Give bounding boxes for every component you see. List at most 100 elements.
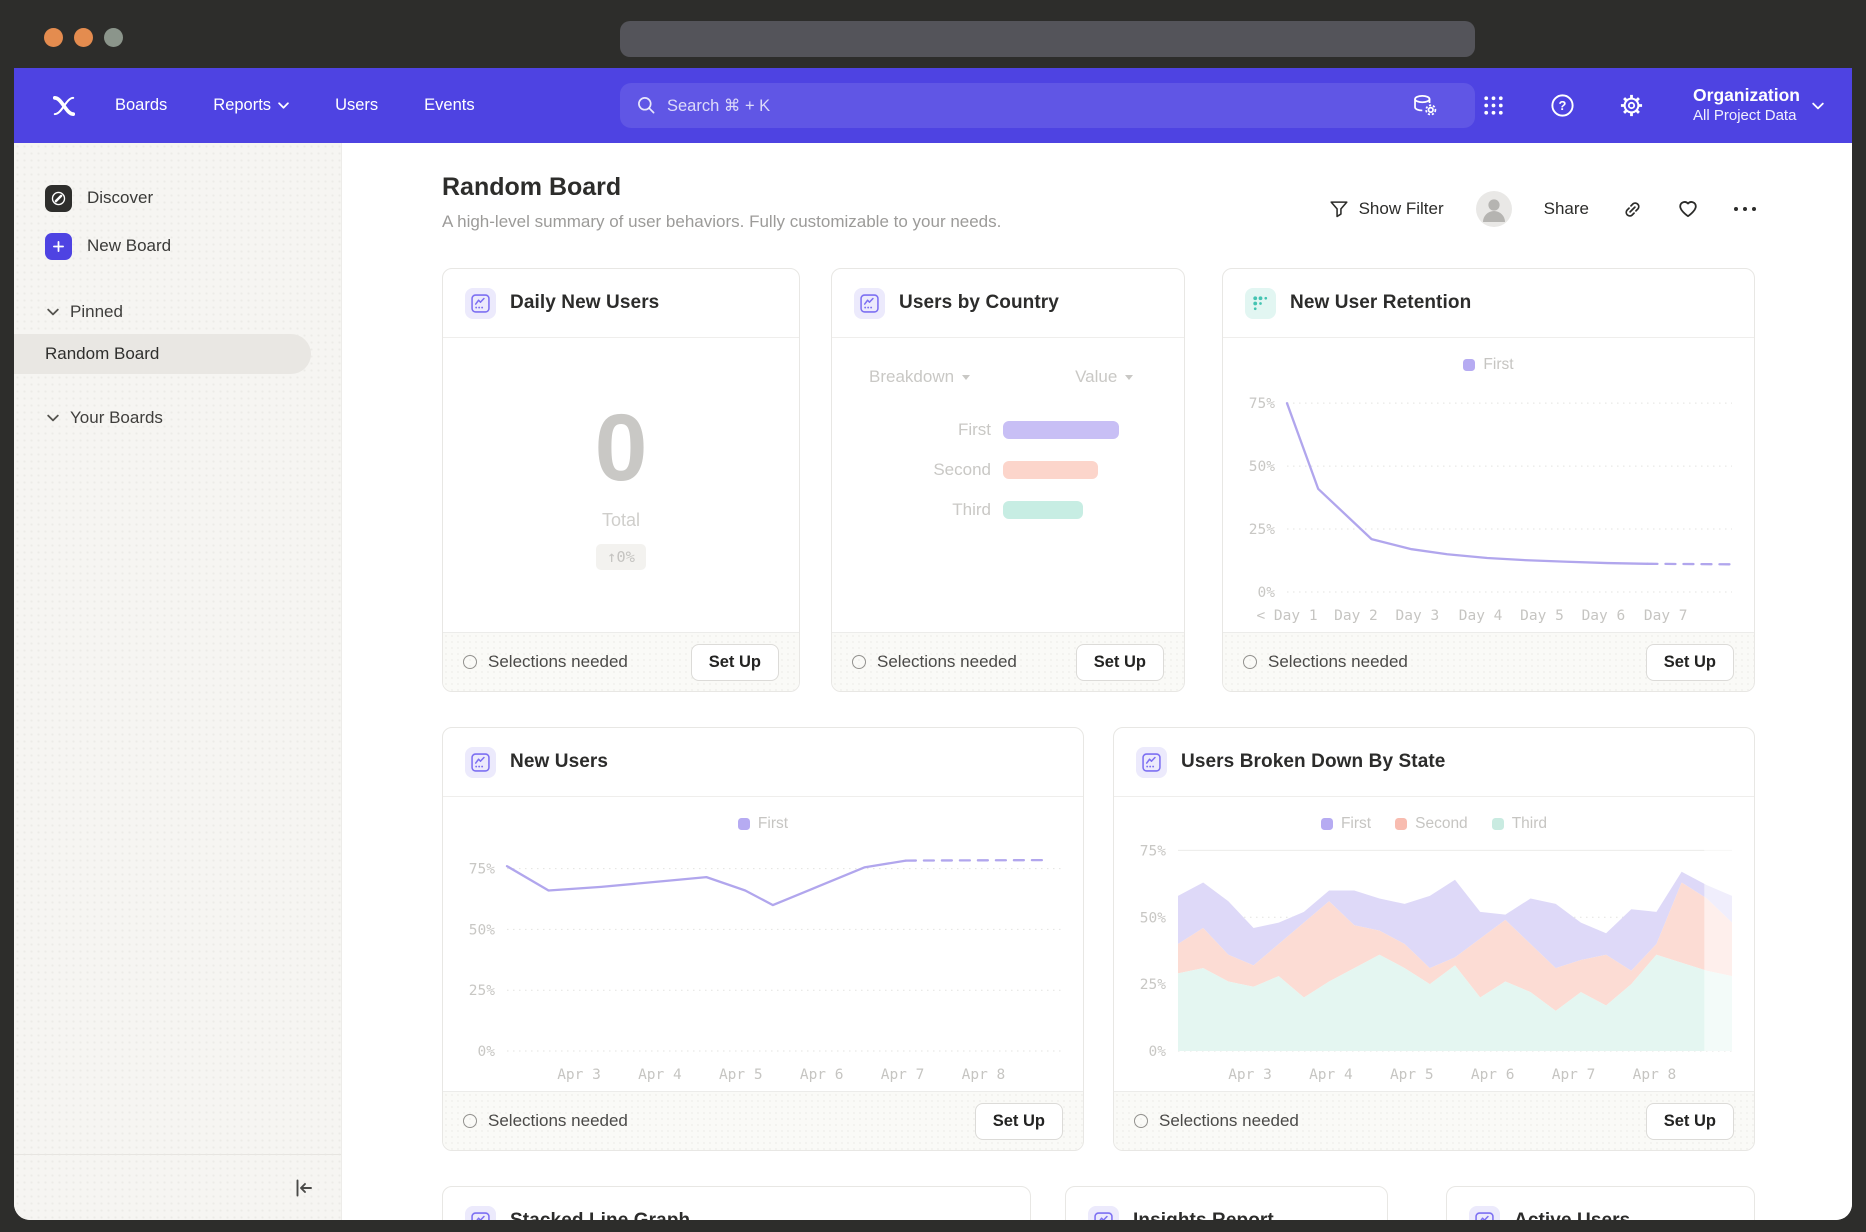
- card-title: Users Broken Down By State: [1181, 751, 1445, 773]
- legend-swatch: [738, 818, 750, 830]
- page-subtitle: A high-level summary of user behaviors. …: [442, 212, 1001, 232]
- set-up-button[interactable]: Set Up: [1646, 1103, 1734, 1140]
- card-body: First 75%50%25%0%Apr 3Apr 4Apr 5Apr 6Apr…: [443, 797, 1083, 1091]
- board-toolbar: Show Filter Share: [1328, 191, 1758, 227]
- share-button[interactable]: Share: [1544, 199, 1589, 219]
- new-users-svg: 75%50%25%0%Apr 3Apr 4Apr 5Apr 6Apr 7Apr …: [443, 797, 1083, 1091]
- card-header: Daily New Users: [443, 269, 799, 338]
- svg-text:Apr 7: Apr 7: [881, 1067, 925, 1083]
- insights-chart-icon: [854, 288, 885, 319]
- set-up-button[interactable]: Set Up: [1076, 644, 1164, 681]
- insights-chart-icon: [465, 747, 496, 778]
- status-circle-icon: [463, 655, 477, 669]
- sidebar-new-board-label: New Board: [87, 236, 171, 256]
- window-zoom-button[interactable]: [104, 28, 123, 47]
- favorite-heart-icon[interactable]: [1676, 197, 1700, 221]
- status-text: Selections needed: [488, 1111, 628, 1131]
- bar-category-label: Third: [832, 500, 991, 520]
- nav-link-events[interactable]: Events: [424, 96, 474, 115]
- card-footer: Selections needed Set Up: [832, 632, 1184, 691]
- sidebar-item-random-board[interactable]: Random Board: [14, 334, 311, 374]
- caret-down-icon: [1125, 375, 1133, 380]
- bar-category-label: Second: [832, 460, 991, 480]
- metric-delta-badge: ↑0%: [596, 544, 646, 570]
- nav-link-reports[interactable]: Reports: [213, 96, 289, 115]
- insights-chart-icon: [1136, 747, 1167, 778]
- svg-text:Day 6: Day 6: [1582, 608, 1626, 624]
- nav-link-users[interactable]: Users: [335, 96, 378, 115]
- card-footer: Selections needed Set Up: [443, 1091, 1083, 1150]
- copy-link-icon[interactable]: [1621, 198, 1644, 221]
- svg-text:0%: 0%: [1149, 1044, 1167, 1060]
- users-broken-down-by-state-svg: 75%50%25%0%Apr 3Apr 4Apr 5Apr 6Apr 7Apr …: [1114, 797, 1754, 1091]
- svg-text:Apr 5: Apr 5: [1390, 1067, 1434, 1083]
- sidebar-item-new-board[interactable]: New Board: [14, 224, 341, 268]
- legend-item: Third: [1492, 815, 1547, 833]
- caret-down-icon: [962, 375, 970, 380]
- set-up-button[interactable]: Set Up: [975, 1103, 1063, 1140]
- chart-legend: First Second Third: [1114, 815, 1754, 833]
- search-icon: [636, 95, 657, 116]
- search-input[interactable]: Search ⌘ + K: [620, 83, 1475, 128]
- card-stacked-line-graph: Stacked Line Graph: [442, 1186, 1031, 1220]
- more-options-icon[interactable]: [1732, 205, 1758, 213]
- legend-swatch: [1463, 359, 1475, 371]
- chart-legend: First: [1223, 356, 1754, 374]
- organization-switcher[interactable]: Organization All Project Data: [1693, 85, 1824, 126]
- value-dropdown[interactable]: Value: [1075, 367, 1133, 387]
- status-circle-icon: [463, 1114, 477, 1128]
- traffic-lights: [44, 28, 123, 47]
- card-insights-report: Insights Report: [1065, 1186, 1388, 1220]
- sidebar-discover-label: Discover: [87, 188, 153, 208]
- svg-text:75%: 75%: [1249, 396, 1275, 412]
- settings-gear-icon[interactable]: [1618, 92, 1645, 119]
- legend-item: First: [1321, 815, 1371, 833]
- svg-text:?: ?: [1559, 98, 1567, 113]
- retention-line-chart: 75%50%25%0%< Day 1Day 2Day 3Day 4Day 5Da…: [1223, 338, 1754, 632]
- show-filter-button[interactable]: Show Filter: [1328, 198, 1444, 220]
- card-title: Daily New Users: [510, 292, 659, 314]
- window-close-button[interactable]: [44, 28, 63, 47]
- retention-grid-icon: [1245, 288, 1276, 319]
- card-body: First 75%50%25%0%< Day 1Day 2Day 3Day 4D…: [1223, 338, 1754, 632]
- main-content: Random Board A high-level summary of use…: [342, 143, 1852, 1220]
- card-users-by-state: Users Broken Down By State First Second Th…: [1113, 727, 1755, 1151]
- card-header: Users Broken Down By State: [1114, 728, 1754, 797]
- breakdown-dropdown[interactable]: Breakdown: [869, 367, 970, 387]
- status-circle-icon: [852, 655, 866, 669]
- card-header: Users by Country: [832, 269, 1184, 338]
- svg-text:50%: 50%: [1140, 910, 1166, 926]
- nav-link-reports-label: Reports: [213, 96, 271, 115]
- address-bar[interactable]: [620, 21, 1475, 57]
- svg-text:0%: 0%: [1258, 585, 1276, 601]
- sidebar-section-your-boards[interactable]: Your Boards: [14, 398, 341, 438]
- apps-grid-icon[interactable]: [1480, 92, 1507, 119]
- set-up-button[interactable]: Set Up: [1646, 644, 1734, 681]
- new-users-line-chart: 75%50%25%0%Apr 3Apr 4Apr 5Apr 6Apr 7Apr …: [443, 797, 1083, 1091]
- value-dropdown-label: Value: [1075, 367, 1117, 387]
- chevron-down-icon: [278, 102, 289, 109]
- chevron-down-icon: [47, 414, 59, 422]
- bar-chart: FirstSecondThird: [832, 410, 1184, 530]
- breakdown-dropdown-label: Breakdown: [869, 367, 954, 387]
- sidebar-section-pinned[interactable]: Pinned: [14, 292, 341, 332]
- insights-chart-icon: [465, 288, 496, 319]
- metric-big-value: 0: [595, 401, 648, 496]
- new-user-retention-svg: 75%50%25%0%< Day 1Day 2Day 3Day 4Day 5Da…: [1223, 338, 1754, 632]
- help-icon[interactable]: ?: [1549, 92, 1576, 119]
- sidebar-item-discover[interactable]: Discover: [14, 176, 341, 220]
- sidebar-bottom-bar: [14, 1154, 341, 1220]
- mixpanel-logo-icon[interactable]: [51, 93, 77, 119]
- set-up-button[interactable]: Set Up: [691, 644, 779, 681]
- window-minimize-button[interactable]: [74, 28, 93, 47]
- nav-link-users-label: Users: [335, 96, 378, 115]
- svg-text:Day 3: Day 3: [1396, 608, 1440, 624]
- top-navbar: Boards Reports Users Events Search ⌘ + K: [14, 68, 1852, 143]
- sidebar-collapse-icon[interactable]: [289, 1173, 319, 1203]
- legend-item: Second: [1395, 815, 1468, 833]
- svg-text:Day 2: Day 2: [1334, 608, 1378, 624]
- card-title: Users by Country: [899, 292, 1059, 314]
- status-circle-icon: [1134, 1114, 1148, 1128]
- nav-link-boards[interactable]: Boards: [115, 96, 167, 115]
- avatar[interactable]: [1476, 191, 1512, 227]
